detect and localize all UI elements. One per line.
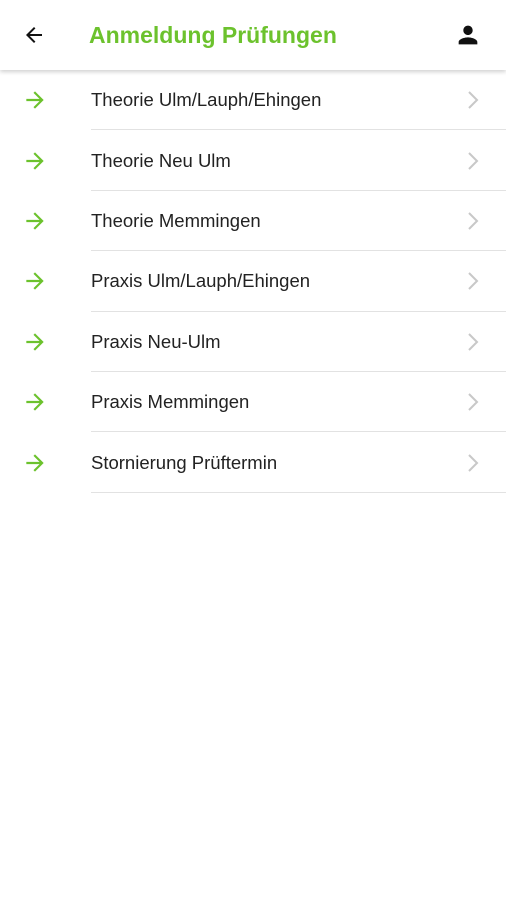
- arrow-forward-icon: [26, 91, 44, 109]
- list-item-label: Praxis Neu-Ulm: [91, 330, 221, 352]
- list-item-label: Praxis Ulm/Lauph/Ehingen: [91, 270, 311, 292]
- arrow-forward-icon: [26, 393, 44, 411]
- arrow-forward-icon: [26, 212, 44, 230]
- chevron-right-icon: [468, 333, 479, 351]
- arrow-forward-icon: [26, 453, 44, 472]
- account-button[interactable]: [448, 15, 488, 55]
- list-item-praxis-memmingen[interactable]: Praxis Memmingen: [0, 372, 506, 433]
- list-item-label: Stornierung Prüftermin: [91, 451, 278, 473]
- list-item-praxis-ulm[interactable]: Praxis Ulm/Lauph/Ehingen: [0, 251, 506, 312]
- arrow-forward-icon: [26, 151, 44, 170]
- arrow-back-icon: [26, 27, 42, 43]
- person-icon: [458, 25, 478, 45]
- chevron-right-icon: [468, 212, 479, 230]
- list-item-label: Praxis Memmingen: [91, 391, 250, 413]
- app-bar: Anmeldung Prüfungen: [0, 0, 506, 70]
- chevron-right-icon: [468, 393, 479, 411]
- list-item-theorie-ulm[interactable]: Theorie Ulm/Lauph/Ehingen: [0, 70, 506, 131]
- page-title: Anmeldung Prüfungen: [89, 22, 337, 48]
- list-item-label: Theorie Memmingen: [91, 209, 261, 231]
- back-button[interactable]: [14, 15, 54, 55]
- arrow-forward-icon: [26, 272, 44, 291]
- list-item-theorie-neu-ulm[interactable]: Theorie Neu Ulm: [0, 130, 506, 191]
- app-screen: Anmeldung Prüfungen Theorie Ulm/Lauph/Eh…: [0, 0, 506, 900]
- exam-registration-list: Theorie Ulm/Lauph/Ehingen Theorie Neu Ul…: [0, 70, 506, 493]
- list-item-praxis-neu-ulm[interactable]: Praxis Neu-Ulm: [0, 312, 506, 372]
- list-item-label: Theorie Ulm/Lauph/Ehingen: [91, 89, 322, 111]
- list-item-stornierung[interactable]: Stornierung Prüftermin: [0, 432, 506, 493]
- divider: [91, 491, 506, 493]
- list-item-label: Theorie Neu Ulm: [91, 149, 231, 171]
- list-item-theorie-memmingen[interactable]: Theorie Memmingen: [0, 191, 506, 252]
- chevron-right-icon: [468, 91, 479, 109]
- chevron-right-icon: [468, 272, 479, 291]
- chevron-right-icon: [468, 151, 479, 170]
- arrow-forward-icon: [26, 333, 44, 351]
- chevron-right-icon: [468, 453, 479, 472]
